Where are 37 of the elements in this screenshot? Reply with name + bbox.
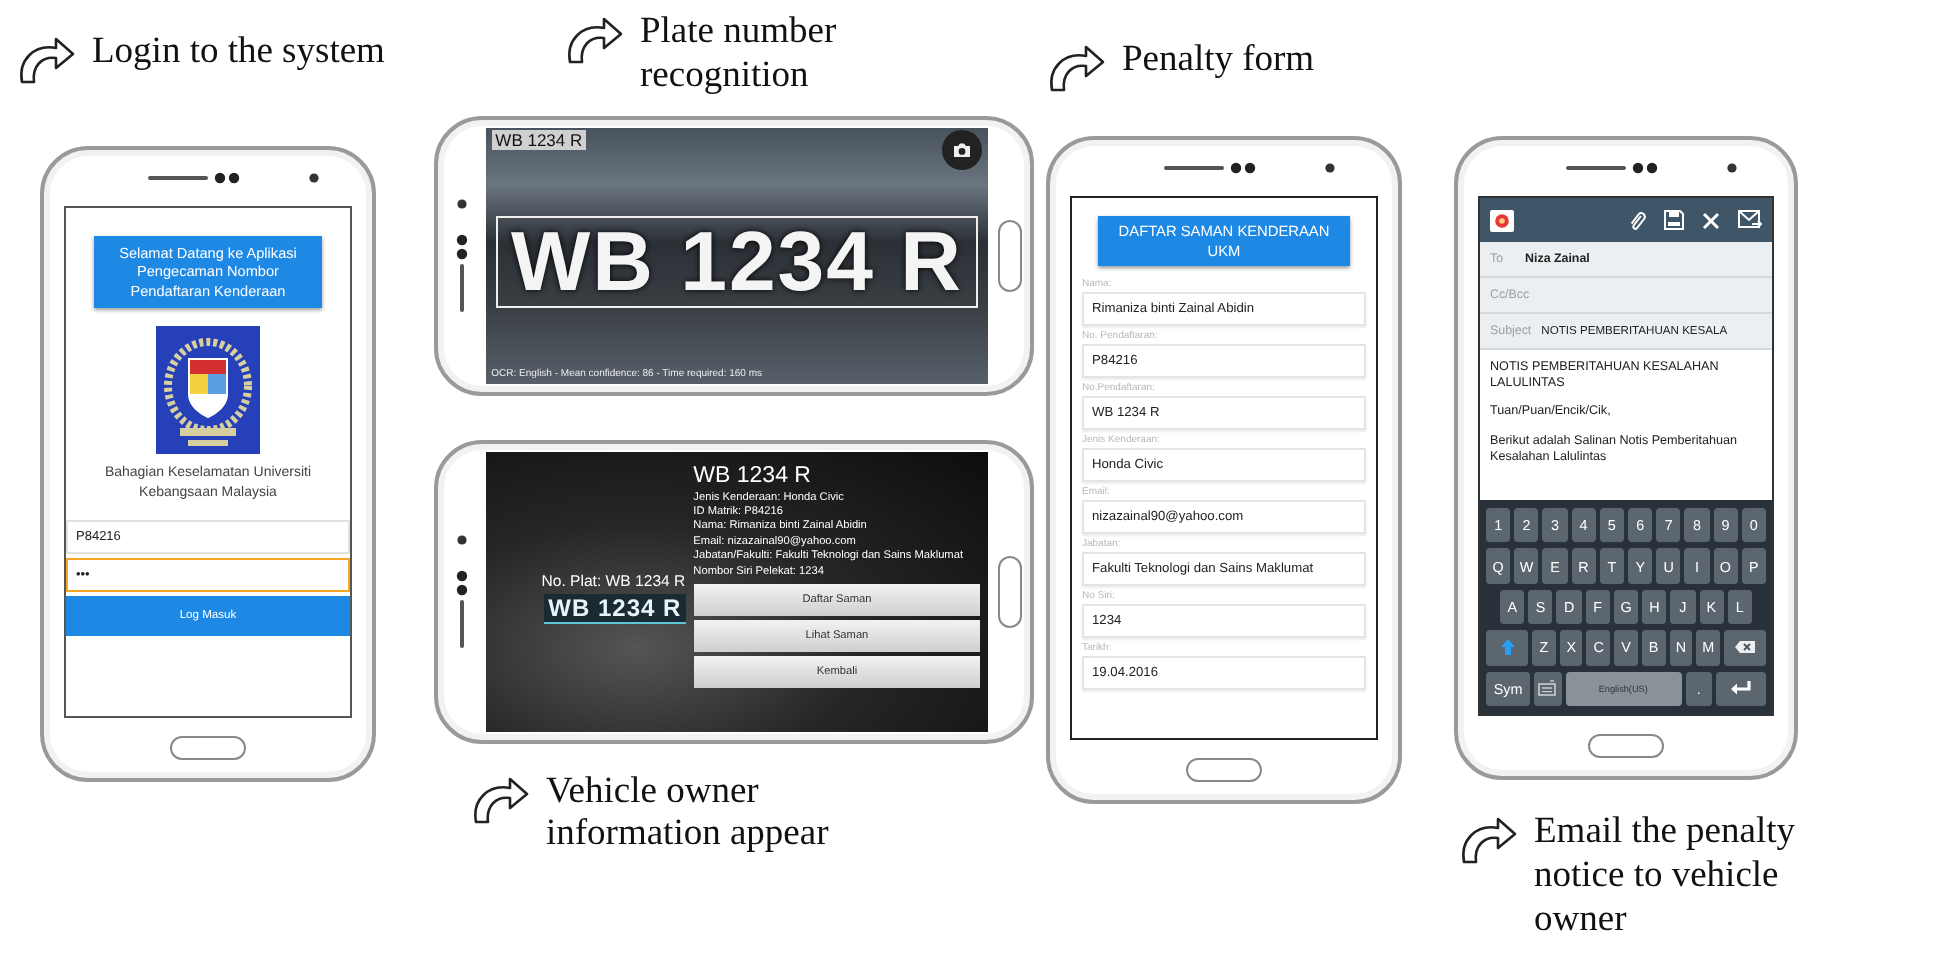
keyboard-key[interactable] xyxy=(1534,671,1562,707)
university-logo xyxy=(156,326,260,455)
home-button[interactable] xyxy=(1186,758,1262,782)
owner-title: WB 1234 R xyxy=(693,463,813,488)
curved-arrow-icon xyxy=(564,16,624,68)
camera-icon xyxy=(952,141,973,158)
plate-number: WB 1234 R xyxy=(510,214,964,309)
paperclip-icon[interactable] xyxy=(1628,209,1646,231)
enter-icon xyxy=(1730,680,1753,697)
home-button[interactable] xyxy=(997,219,1022,292)
step-caption: Penalty form xyxy=(1122,40,1315,84)
save-icon[interactable] xyxy=(1664,210,1684,230)
backspace-icon xyxy=(1734,640,1757,655)
earpiece-drawing xyxy=(453,531,470,652)
step-caption: Email the penalty notice to vehicle owner xyxy=(1534,812,1795,943)
step-caption: Plate number recognition xyxy=(640,12,837,100)
plate-crop: WB 1234 R xyxy=(544,593,686,624)
recognized-plate-label: WB 1234 R xyxy=(491,129,587,150)
camera-button[interactable] xyxy=(942,129,983,170)
home-button[interactable] xyxy=(997,555,1022,628)
app-icon[interactable] xyxy=(1490,209,1514,231)
enter-key[interactable] xyxy=(1716,671,1766,707)
step-caption: Login to the system xyxy=(92,32,385,76)
curved-arrow-icon xyxy=(1458,816,1518,868)
keyboard-icon xyxy=(1538,680,1557,697)
shift-icon xyxy=(1499,638,1516,657)
earpiece-drawing xyxy=(453,195,470,316)
curved-arrow-icon xyxy=(1046,44,1106,96)
curved-arrow-icon xyxy=(470,775,530,828)
send-mail-icon[interactable] xyxy=(1738,210,1762,230)
home-button[interactable] xyxy=(1588,734,1664,758)
shift-key[interactable] xyxy=(1486,630,1529,666)
home-button[interactable] xyxy=(170,736,246,760)
backspace-key[interactable] xyxy=(1723,630,1767,666)
curved-arrow-icon xyxy=(16,36,76,88)
close-icon[interactable] xyxy=(1702,211,1720,229)
step-caption: Vehicle owner information appear xyxy=(546,771,829,859)
